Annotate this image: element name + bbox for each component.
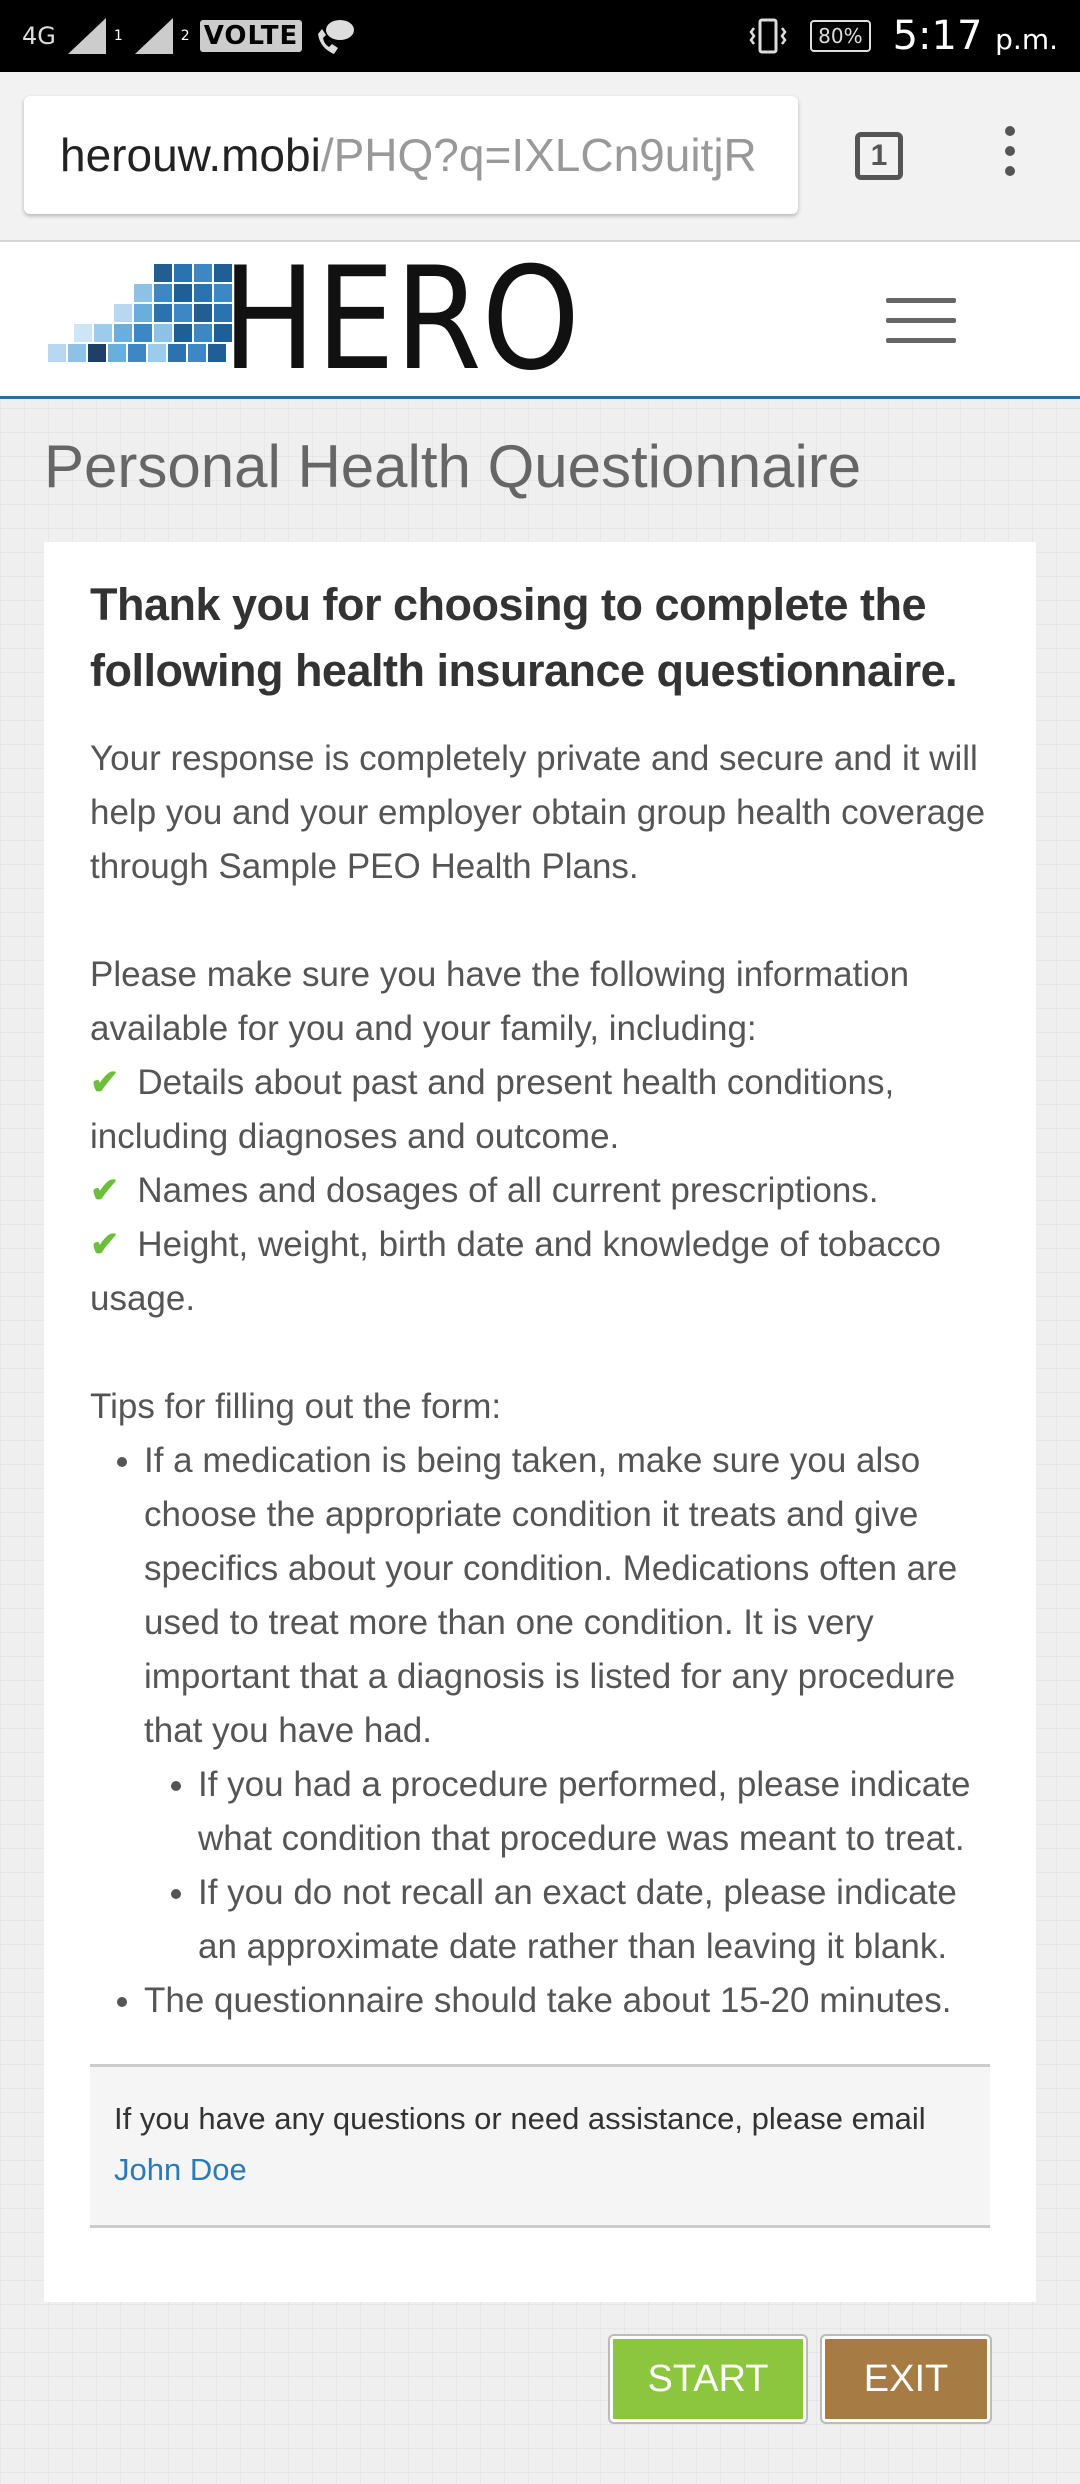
sim2-label: 2 (180, 28, 190, 44)
hamburger-menu-icon[interactable] (886, 298, 956, 344)
clock-time: 5:17 (892, 13, 983, 59)
vibrate-icon (749, 18, 787, 54)
checklist-item: ✔ Details about past and present health c… (90, 1056, 990, 1164)
volte-badge: VOLTE (199, 20, 303, 52)
sub-tip-item: If you do not recall an exact date, plea… (198, 1866, 990, 1974)
clock: 5:17 p.m. (893, 13, 1058, 59)
site-header: HERO (0, 242, 1080, 399)
hero-logo[interactable]: HERO (46, 260, 586, 380)
checkmark-icon: ✔ (90, 1063, 120, 1102)
network-type: 4G (22, 22, 56, 50)
battery-icon: 80% (810, 20, 871, 52)
checklist-item-text: Details about past and present health co… (90, 1063, 895, 1156)
sub-tip-item: If you had a procedure performed, please… (198, 1758, 990, 1866)
privacy-text: Your response is completely private and … (90, 739, 986, 886)
signal-icon (134, 18, 173, 54)
sub-tips-list: If you had a procedure performed, please… (144, 1758, 990, 1974)
status-bar: 4G 1 2 VOLTE 80% 5:17 p.m. (0, 0, 1080, 72)
clock-ampm: p.m. (995, 23, 1058, 56)
overflow-menu-icon[interactable] (996, 126, 1024, 186)
signal-icon (67, 18, 106, 54)
url-host: herouw.mobi (60, 129, 321, 181)
sim1-label: 1 (113, 28, 123, 44)
address-bar[interactable]: herouw.mobi/PHQ?q=IXLCn9uitjR (24, 96, 798, 214)
info-intro: Please make sure you have the following … (90, 955, 910, 1048)
logo-text: HERO (222, 260, 580, 380)
help-box: If you have any questions or need assist… (90, 2064, 990, 2228)
tab-switcher-button[interactable]: 1 (855, 132, 903, 180)
browser-toolbar: herouw.mobi/PHQ?q=IXLCn9uitjR 1 (0, 72, 1080, 242)
checklist-item: ✔ Height, weight, birth date and knowledg… (90, 1218, 990, 1326)
tips-list: If a medication is being taken, make sur… (90, 1434, 990, 2028)
start-button[interactable]: START (610, 2336, 806, 2422)
checkmark-icon: ✔ (90, 1171, 120, 1210)
intro-heading: Thank you for choosing to complete the f… (90, 579, 958, 696)
status-left: 4G 1 2 VOLTE (22, 16, 356, 56)
tip-item: If a medication is being taken, make sur… (144, 1434, 990, 1974)
exit-button[interactable]: EXIT (822, 2336, 990, 2422)
checklist-item: ✔ Names and dosages of all current prescr… (90, 1164, 990, 1218)
logo-mosaic-icon (48, 264, 232, 362)
help-text: If you have any questions or need assist… (114, 2101, 926, 2136)
wifi-calling-icon (318, 20, 355, 54)
tip-text: If a medication is being taken, make sur… (144, 1441, 958, 1750)
questionnaire-intro-card: Thank you for choosing to complete the f… (44, 542, 1036, 2302)
url-path: /PHQ?q=IXLCn9uitjR (320, 129, 757, 181)
tip-item: The questionnaire should take about 15-2… (144, 1974, 990, 2028)
tips-intro: Tips for filling out the form: (90, 1387, 502, 1426)
checklist-item-text: Names and dosages of all current prescri… (137, 1171, 879, 1210)
checkmark-icon: ✔ (90, 1225, 120, 1264)
status-right: 80% 5:17 p.m. (748, 13, 1058, 59)
card-content: Thank you for choosing to complete the f… (90, 572, 990, 2228)
checklist-item-text: Height, weight, birth date and knowledge… (90, 1225, 941, 1318)
page-title: Personal Health Questionnaire (44, 433, 862, 500)
help-email-link[interactable]: John Doe (114, 2152, 247, 2187)
